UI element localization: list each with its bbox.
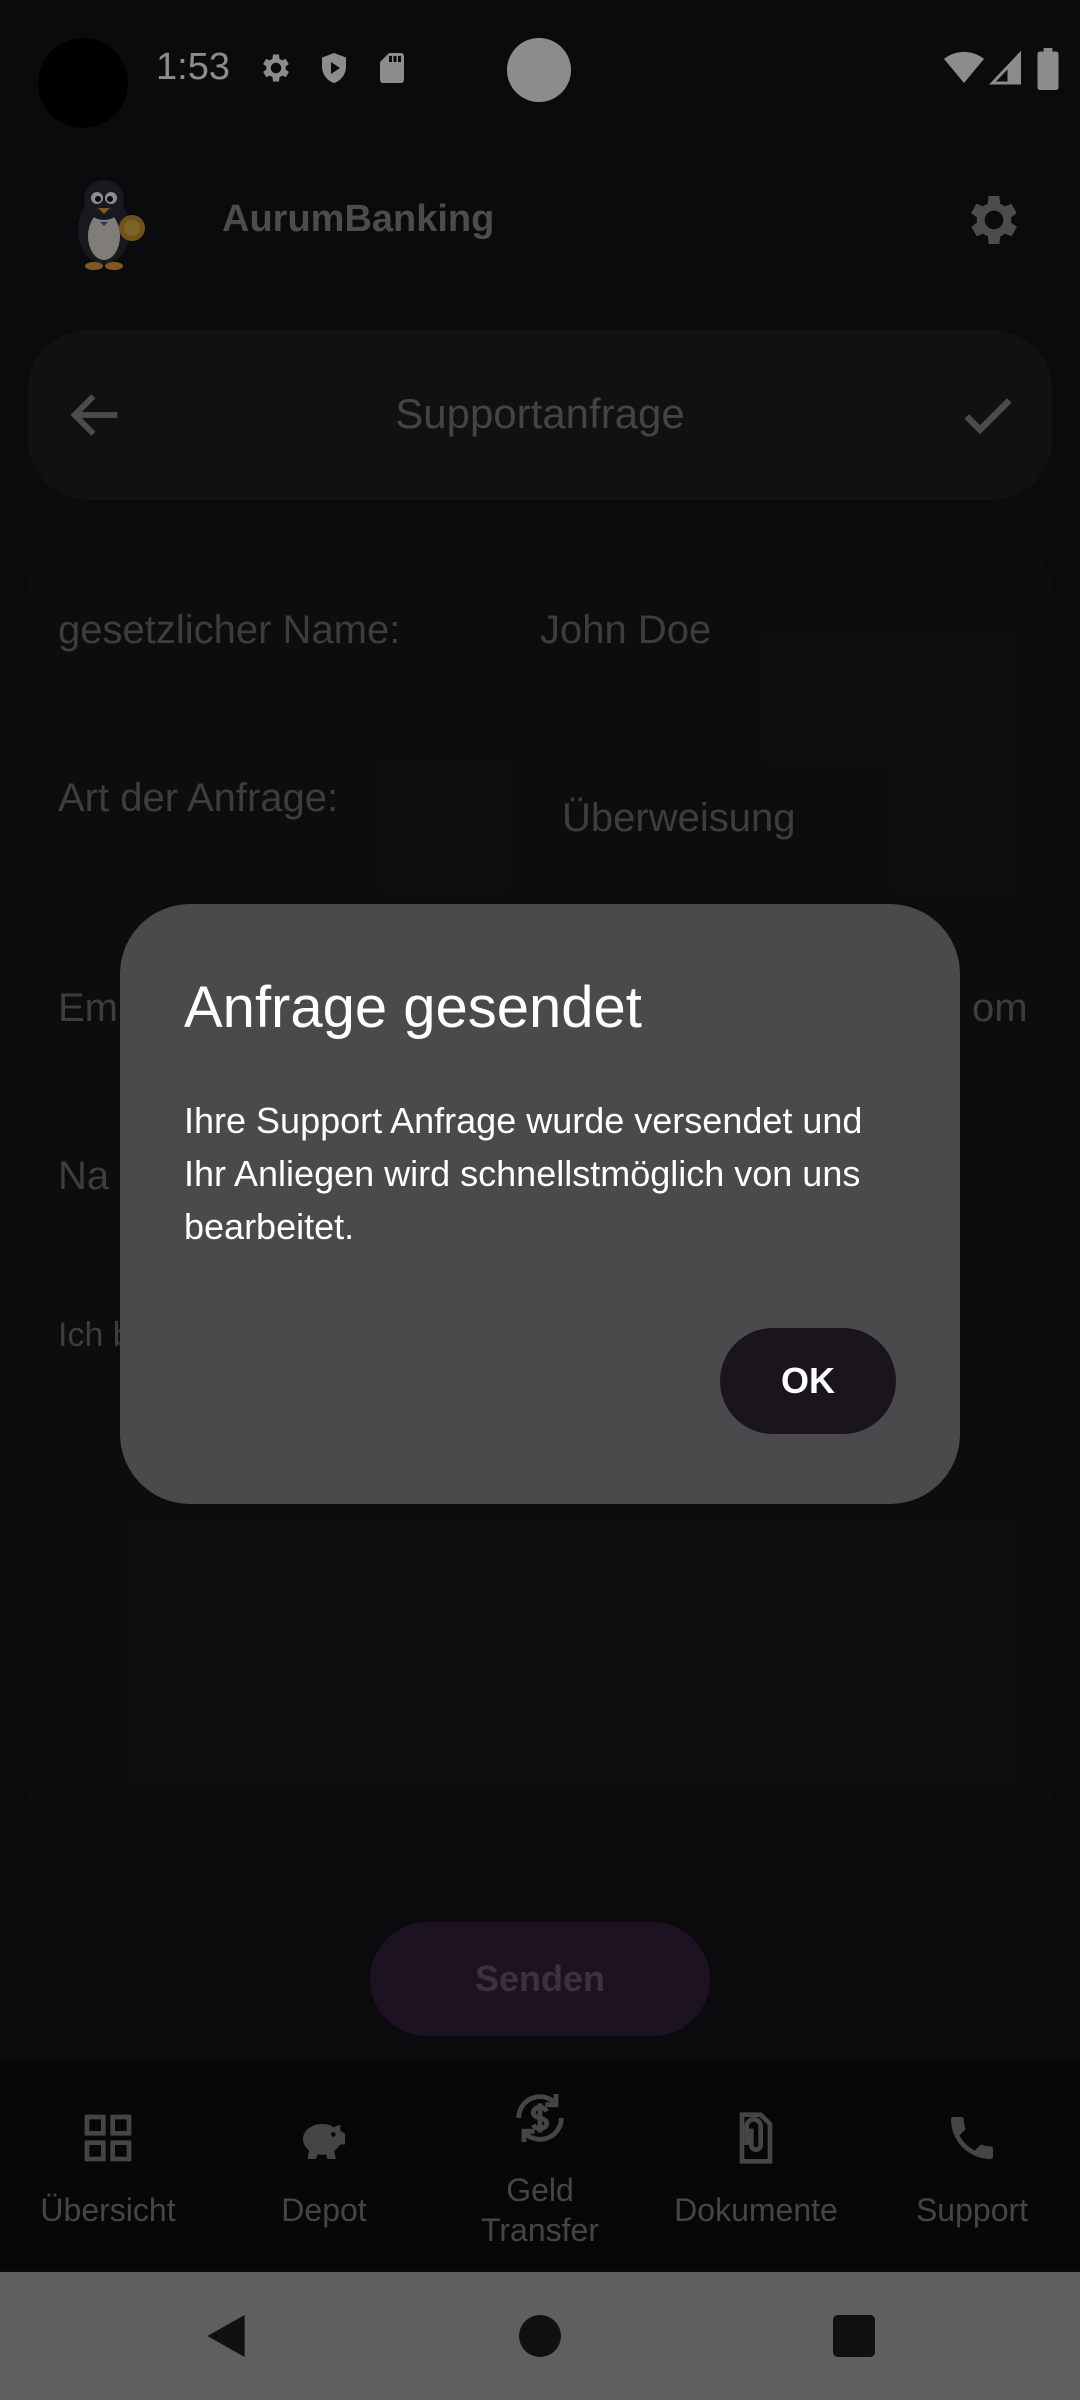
home-circle-icon[interactable] bbox=[512, 2308, 568, 2364]
confirmation-dialog: Anfrage gesendet Ihre Support Anfrage wu… bbox=[120, 904, 960, 1504]
system-navigation-bar bbox=[0, 2272, 1080, 2400]
ok-button[interactable]: OK bbox=[720, 1328, 896, 1434]
recents-square-icon[interactable] bbox=[826, 2308, 882, 2364]
dialog-title: Anfrage gesendet bbox=[184, 975, 642, 1040]
back-triangle-icon[interactable] bbox=[198, 2308, 254, 2364]
dialog-message: Ihre Support Anfrage wurde versendet und… bbox=[184, 1100, 863, 1247]
